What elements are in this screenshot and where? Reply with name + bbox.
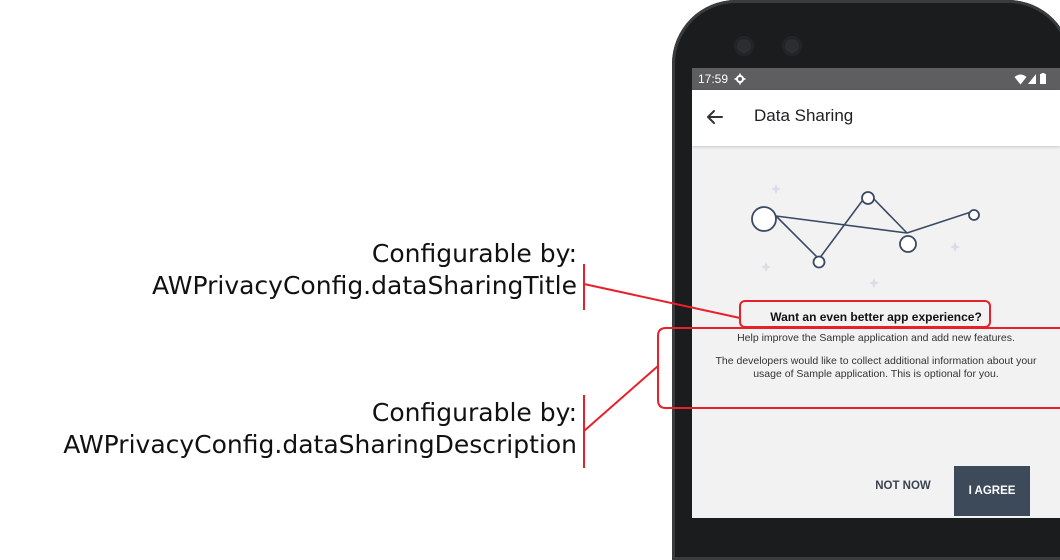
title-highlight-box	[739, 300, 991, 328]
annotation-overlay	[583, 264, 1060, 468]
connector-line	[583, 283, 741, 319]
description-highlight-box	[657, 327, 1060, 409]
connector-line	[583, 365, 659, 432]
